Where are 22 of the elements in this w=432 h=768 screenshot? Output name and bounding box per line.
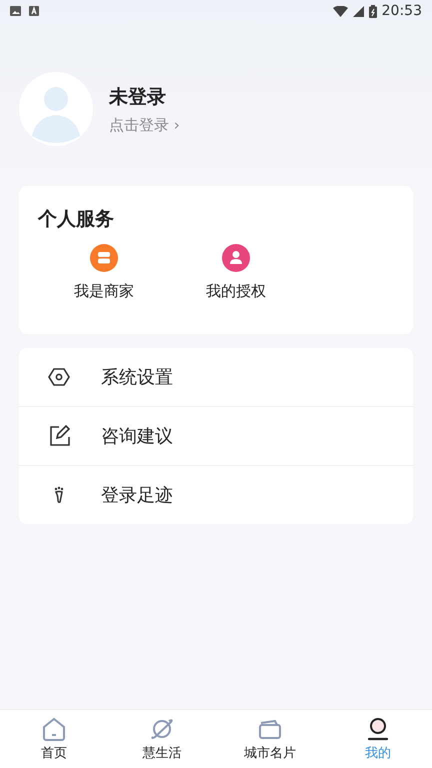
section-title: 个人服务 <box>38 207 115 232</box>
tab[interactable]: 首页 <box>0 710 108 768</box>
battery-icon <box>368 4 377 18</box>
image-icon <box>10 6 21 16</box>
menu-item[interactable]: 登录足迹 <box>19 466 413 524</box>
font-icon <box>29 6 39 16</box>
tab[interactable]: 城市名片 <box>216 710 324 768</box>
menu-item[interactable]: 咨询建议 <box>19 407 413 466</box>
service-label[interactable]: 我的授权 <box>206 282 266 301</box>
settings-icon <box>48 366 70 388</box>
service-label[interactable]: 我是商家 <box>74 282 134 301</box>
home-icon <box>41 716 67 740</box>
edit-icon <box>48 425 70 447</box>
tab[interactable]: 慧生活 <box>108 710 216 768</box>
profile-icon <box>365 716 391 740</box>
signal-icon <box>352 6 364 16</box>
shop-icon[interactable] <box>90 244 118 272</box>
user-name: 未登录 <box>109 84 167 110</box>
menu-item[interactable]: 系统设置 <box>19 348 413 407</box>
person-icon[interactable] <box>222 244 250 272</box>
wifi-icon <box>332 6 348 16</box>
status-time: 20:53 <box>382 3 422 19</box>
